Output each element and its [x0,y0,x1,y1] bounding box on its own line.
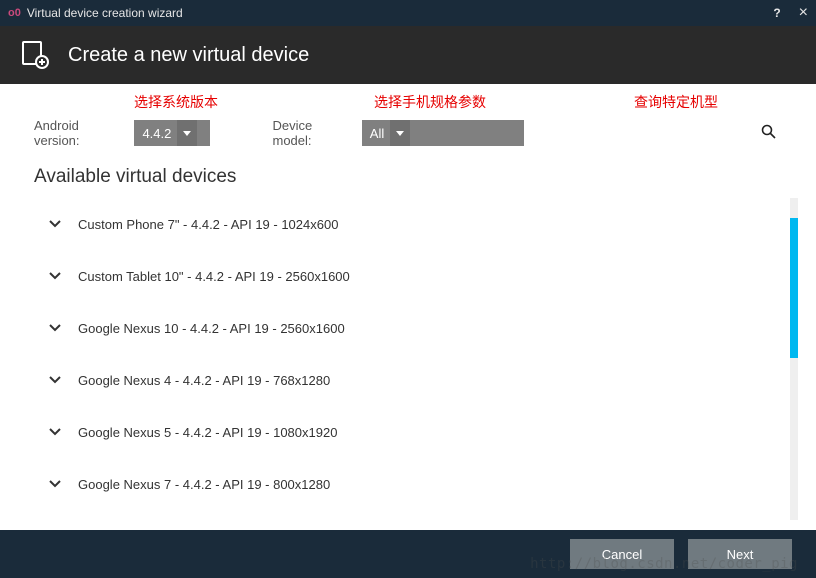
device-label: Google Nexus 10 - 4.4.2 - API 19 - 2560x… [78,321,345,336]
device-row[interactable]: Google Nexus 10 - 4.4.2 - API 19 - 2560x… [34,302,788,354]
device-model-value: All [370,126,384,141]
annotation-search: 查询特定机型 [634,92,718,112]
android-version-dropdown[interactable]: 4.4.2 [134,120,210,146]
search-input[interactable] [573,126,761,141]
section-heading: Available virtual devices [0,158,816,198]
search-icon[interactable] [761,124,776,143]
chevron-down-icon [48,272,62,280]
device-model-dropdown[interactable]: All [362,120,524,146]
chevron-down-icon [390,120,410,146]
annotation-model: 选择手机规格参数 [374,92,634,112]
device-label: Google Nexus 5 - 4.4.2 - API 19 - 1080x1… [78,425,337,440]
device-row[interactable]: Custom Phone 7" - 4.4.2 - API 19 - 1024x… [34,198,788,250]
device-row[interactable]: Custom Tablet 10" - 4.4.2 - API 19 - 256… [34,250,788,302]
device-add-icon [20,40,50,70]
device-label: Google Nexus 4 - 4.4.2 - API 19 - 768x12… [78,373,330,388]
search-box [573,120,782,146]
device-row[interactable]: Google Nexus 5 - 4.4.2 - API 19 - 1080x1… [34,406,788,458]
chevron-down-icon [177,120,197,146]
filter-bar: Android version: 4.4.2 Device model: All [0,112,816,158]
device-label: Custom Phone 7" - 4.4.2 - API 19 - 1024x… [78,217,338,232]
chevron-down-icon [48,428,62,436]
chevron-down-icon [48,480,62,488]
annotation-version: 选择系统版本 [134,92,374,112]
android-version-value: 4.4.2 [142,126,171,141]
close-icon[interactable]: × [799,4,808,22]
device-row[interactable]: Google Nexus 4 - 4.4.2 - API 19 - 768x12… [34,354,788,406]
page-title: Create a new virtual device [68,44,309,67]
device-list: Custom Phone 7" - 4.4.2 - API 19 - 1024x… [34,198,788,520]
window-title: Virtual device creation wizard [27,6,183,20]
titlebar: o0 Virtual device creation wizard ? × [0,0,816,26]
app-logo-icon: o0 [8,7,21,19]
device-label: Google Nexus 7 - 4.4.2 - API 19 - 800x12… [78,477,330,492]
annotation-row: 选择系统版本 选择手机规格参数 查询特定机型 [0,84,816,112]
header-banner: Create a new virtual device [0,26,816,84]
help-icon[interactable]: ? [773,6,780,20]
device-row[interactable]: Google Nexus 7 - 4.4.2 - API 19 - 800x12… [34,458,788,510]
device-label: Custom Tablet 10" - 4.4.2 - API 19 - 256… [78,269,350,284]
chevron-down-icon [48,220,62,228]
chevron-down-icon [48,376,62,384]
cancel-button[interactable]: Cancel [570,539,674,569]
next-button[interactable]: Next [688,539,792,569]
scrollbar-thumb[interactable] [790,218,798,358]
device-list-wrap: Custom Phone 7" - 4.4.2 - API 19 - 1024x… [34,198,798,520]
chevron-down-icon [48,324,62,332]
device-model-label: Device model: [273,118,352,148]
footer: Cancel Next [0,530,816,578]
window: o0 Virtual device creation wizard ? × Cr… [0,0,816,578]
scrollbar[interactable] [790,198,798,520]
content-area: 选择系统版本 选择手机规格参数 查询特定机型 Android version: … [0,84,816,530]
android-version-label: Android version: [34,118,124,148]
